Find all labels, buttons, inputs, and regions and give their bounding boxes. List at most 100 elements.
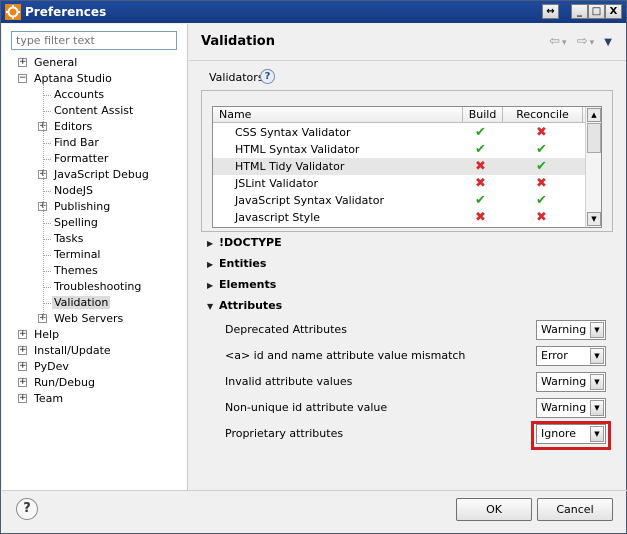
forward-menu-icon[interactable]: ▾ <box>590 38 595 48</box>
dropdown-arrow-icon[interactable]: ▼ <box>590 348 604 364</box>
tree-item[interactable]: Editors <box>52 119 94 135</box>
cross-icon[interactable]: ✖ <box>475 158 486 175</box>
table-row[interactable]: Javascript Style ✖ ✖ <box>213 209 586 226</box>
collapsed-arrow-icon[interactable]: ▶ <box>207 257 219 273</box>
check-icon[interactable]: ✔ <box>475 192 486 209</box>
ok-button[interactable]: OK <box>456 498 532 521</box>
tree-item-label: Aptana Studio <box>34 72 112 85</box>
expanded-arrow-icon[interactable]: ▼ <box>207 299 219 315</box>
tree-item-label: JavaScript Debug <box>54 168 149 181</box>
tree-item[interactable]: Validation <box>52 295 111 311</box>
tree-item[interactable]: Web Servers <box>52 311 125 327</box>
preferences-tree-pane: General + Aptana Studio− Accounts Content As… <box>2 24 188 490</box>
scroll-down-icon[interactable]: ▼ <box>587 212 601 226</box>
preferences-window: Preferences ↔ _ □ X General + Aptana Studi… <box>0 0 627 534</box>
close-button[interactable]: X <box>605 4 622 19</box>
collapsed-arrow-icon[interactable]: ▶ <box>207 236 219 252</box>
tree-item[interactable]: Tasks <box>52 231 85 247</box>
table-row[interactable]: CSS Syntax Validator ✔ ✖ <box>213 124 586 141</box>
column-build[interactable]: Build <box>463 107 503 123</box>
tree-item[interactable]: Publishing <box>52 199 112 215</box>
scroll-thumb[interactable] <box>587 123 601 153</box>
tree-item[interactable]: Themes <box>52 263 100 279</box>
validator-name: HTML Syntax Validator <box>235 143 360 156</box>
validators-table[interactable]: Name Build Reconcile CSS Syntax Validato… <box>212 106 602 228</box>
tree-item[interactable]: Aptana Studio <box>32 71 114 87</box>
cancel-button[interactable]: Cancel <box>537 498 613 521</box>
table-scrollbar[interactable]: ▲ ▼ <box>585 107 601 227</box>
section-header[interactable]: ▶ Entities <box>207 256 266 272</box>
cross-icon[interactable]: ✖ <box>475 175 486 192</box>
table-row[interactable]: HTML Tidy Validator ✖ ✔ <box>213 158 586 175</box>
tree-item[interactable]: Install/Update <box>32 343 113 359</box>
help-icon[interactable]: ? <box>260 69 275 84</box>
back-menu-icon[interactable]: ▾ <box>562 38 567 48</box>
dropdown-arrow-icon[interactable]: ▼ <box>590 400 604 416</box>
column-name[interactable]: Name <box>213 107 463 123</box>
tree-item[interactable]: Formatter <box>52 151 110 167</box>
tree-item[interactable]: Terminal <box>52 247 103 263</box>
tree-item[interactable]: General <box>32 55 79 71</box>
expand-icon[interactable]: + <box>18 330 27 339</box>
tree-item[interactable]: PyDev <box>32 359 71 375</box>
validator-name: JSLint Validator <box>235 177 319 190</box>
validators-group: Name Build Reconcile CSS Syntax Validato… <box>201 90 613 232</box>
tree-item[interactable]: JavaScript Debug <box>52 167 151 183</box>
tree-item[interactable]: Content Assist <box>52 103 135 119</box>
cross-icon[interactable]: ✖ <box>536 175 547 192</box>
tree-connector <box>43 159 51 160</box>
filter-input[interactable] <box>11 31 177 50</box>
tree-item-label: PyDev <box>34 360 69 373</box>
cross-icon[interactable]: ✖ <box>475 209 486 226</box>
resize-icon[interactable]: ↔ <box>542 4 559 19</box>
back-arrow-icon[interactable]: ⇦ <box>549 34 560 49</box>
help-button[interactable]: ? <box>16 498 38 520</box>
column-reconcile[interactable]: Reconcile <box>503 107 583 123</box>
cross-icon[interactable]: ✖ <box>536 124 547 141</box>
forward-arrow-icon[interactable]: ⇨ <box>577 34 588 49</box>
expand-icon[interactable]: + <box>18 378 27 387</box>
severity-select[interactable]: Error ▼ <box>536 346 606 366</box>
expand-icon[interactable]: + <box>18 346 27 355</box>
attribute-label: Invalid attribute values <box>225 375 353 388</box>
tree-connector <box>43 84 44 318</box>
check-icon[interactable]: ✔ <box>475 124 486 141</box>
expand-icon[interactable]: + <box>18 362 27 371</box>
tree-item[interactable]: Spelling <box>52 215 100 231</box>
check-icon[interactable]: ✔ <box>475 141 486 158</box>
tree-item[interactable]: Run/Debug <box>32 375 97 391</box>
expand-icon[interactable]: + <box>18 394 27 403</box>
table-row[interactable]: JSLint Validator ✖ ✖ <box>213 175 586 192</box>
view-menu-icon[interactable]: ▼ <box>604 37 612 48</box>
check-icon[interactable]: ✔ <box>536 158 547 175</box>
tree-item[interactable]: Team <box>32 391 65 407</box>
severity-select[interactable]: Warning ▼ <box>536 398 606 418</box>
maximize-button[interactable]: □ <box>588 4 605 19</box>
table-row[interactable]: HTML Syntax Validator ✔ ✔ <box>213 141 586 158</box>
tree-item[interactable]: Find Bar <box>52 135 101 151</box>
section-header[interactable]: ▶ Elements <box>207 277 276 293</box>
minimize-button[interactable]: _ <box>571 4 588 19</box>
section-header[interactable]: ▼ Attributes <box>207 298 282 314</box>
tree-item[interactable]: Troubleshooting <box>52 279 143 295</box>
section-header[interactable]: ▶ !DOCTYPE <box>207 235 282 251</box>
tree-item[interactable]: Help <box>32 327 61 343</box>
severity-select[interactable]: Warning ▼ <box>536 320 606 340</box>
check-icon[interactable]: ✔ <box>536 192 547 209</box>
expand-icon[interactable]: + <box>18 58 27 67</box>
tree-item[interactable]: Accounts <box>52 87 106 103</box>
table-row[interactable]: JavaScript Syntax Validator ✔ ✔ <box>213 192 586 209</box>
validator-name: JavaScript Syntax Validator <box>235 194 384 207</box>
tree-item[interactable]: NodeJS <box>52 183 95 199</box>
cross-icon[interactable]: ✖ <box>536 209 547 226</box>
tree-item-label: Help <box>34 328 60 341</box>
severity-select[interactable]: Warning ▼ <box>536 372 606 392</box>
check-icon[interactable]: ✔ <box>536 141 547 158</box>
collapse-icon[interactable]: − <box>18 74 27 83</box>
collapsed-arrow-icon[interactable]: ▶ <box>207 278 219 294</box>
dropdown-arrow-icon[interactable]: ▼ <box>590 374 604 390</box>
tree-item-label: Validation <box>52 296 111 309</box>
highlight-box <box>531 421 611 450</box>
dropdown-arrow-icon[interactable]: ▼ <box>590 322 604 338</box>
scroll-up-icon[interactable]: ▲ <box>587 108 601 122</box>
